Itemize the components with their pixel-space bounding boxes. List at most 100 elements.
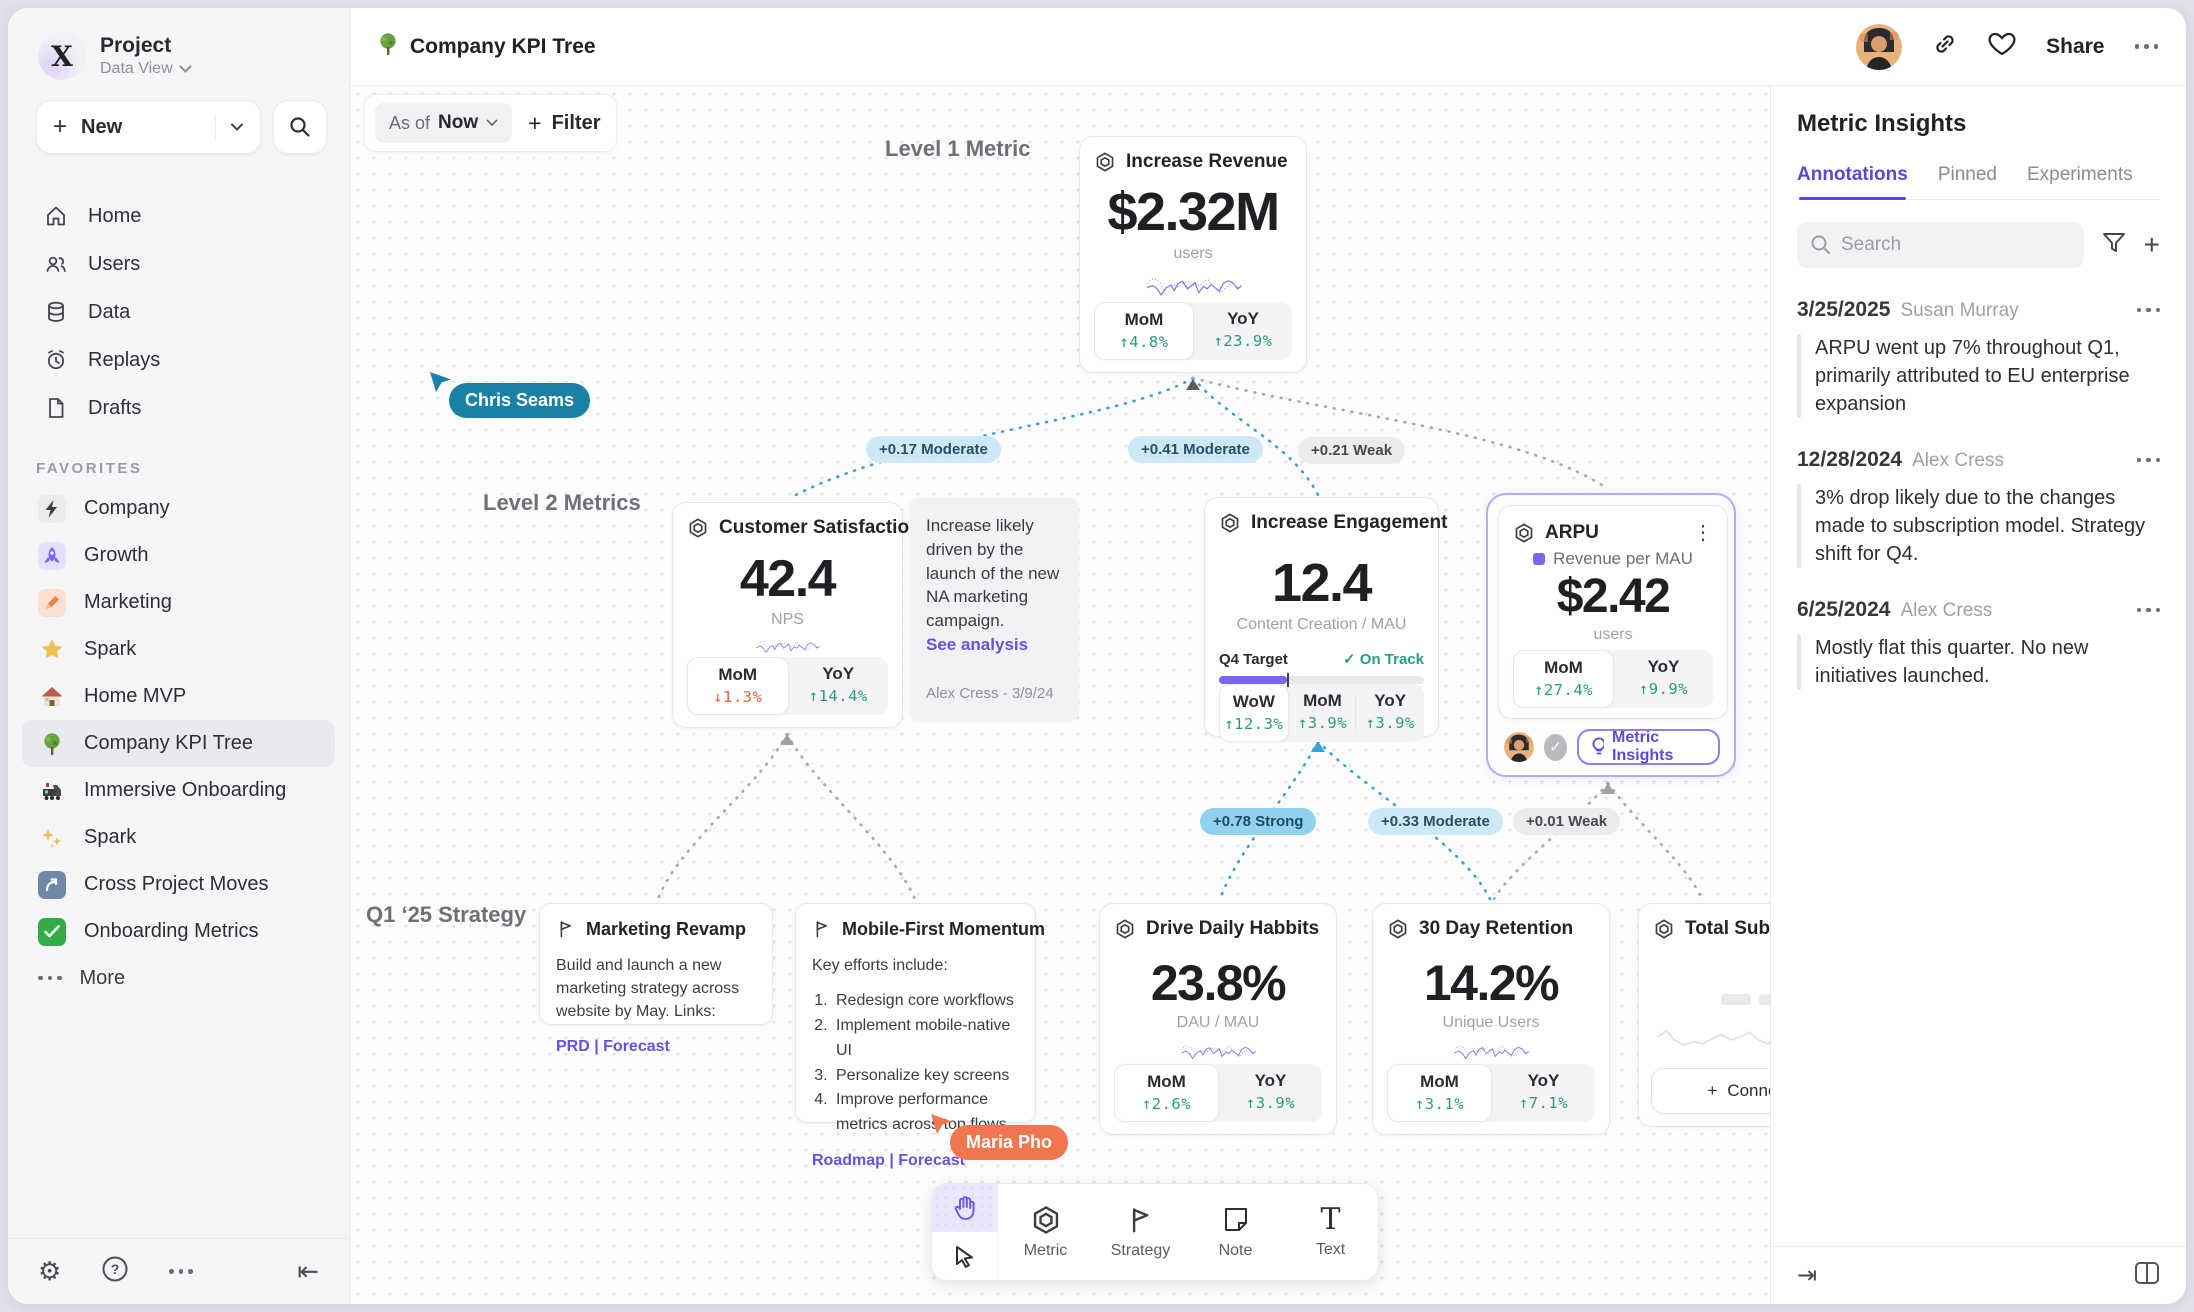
metric-unit: users xyxy=(1094,245,1292,263)
note-tool-button[interactable]: Note xyxy=(1188,1184,1283,1280)
metric-card-arpu-selected[interactable]: ARPU ⋮ Revenue per MAU $2.42 users MoM↑2… xyxy=(1486,493,1736,777)
search-input[interactable] xyxy=(1797,222,2084,268)
sidebar-item-label: Spark xyxy=(84,826,136,849)
see-analysis-link[interactable]: See analysis xyxy=(926,633,1062,657)
tab-annotations[interactable]: Annotations xyxy=(1797,164,1908,199)
favorites-list: Company Growth Marketing Spark Home MVP … xyxy=(8,485,349,955)
strategy-links[interactable]: PRD | Forecast xyxy=(556,1038,756,1056)
metric-title: ARPU xyxy=(1545,522,1599,544)
metric-card-arpu[interactable]: ARPU ⋮ Revenue per MAU $2.42 users MoM↑2… xyxy=(1498,505,1728,719)
layout-split-icon[interactable] xyxy=(2134,1261,2160,1290)
panel-footer: ⇥ xyxy=(1771,1246,2186,1304)
annotation-menu-icon[interactable] xyxy=(2137,608,2161,613)
sidebar-item-home[interactable]: Home xyxy=(8,192,349,240)
sidebar-item-drafts[interactable]: Drafts xyxy=(8,384,349,432)
arrow-up-emoji xyxy=(38,871,66,899)
panel-title: Metric Insights xyxy=(1797,110,2160,138)
chevron-down-icon xyxy=(486,119,498,127)
copy-link-icon[interactable] xyxy=(1932,31,1958,62)
chevron-down-icon[interactable] xyxy=(230,123,244,132)
strategy-tool-button[interactable]: Strategy xyxy=(1093,1184,1188,1280)
sidebar-item-onboarding-metrics[interactable]: Onboarding Metrics xyxy=(22,908,335,955)
annotation-author: Alex Cress xyxy=(1912,450,2004,472)
sidebar-item-home-mvp[interactable]: Home MVP xyxy=(22,673,335,720)
strategy-card-mobile-first-momentum[interactable]: Mobile-First Momentum Key efforts includ… xyxy=(795,903,1036,1123)
sidebar: X Project Data View + New xyxy=(8,8,350,1304)
plus-icon: + xyxy=(53,113,67,141)
project-switcher[interactable]: X Project Data View xyxy=(8,8,349,80)
chevron-down-icon xyxy=(179,65,192,74)
more-label: More xyxy=(80,967,126,990)
annotation-note-card[interactable]: Increase likely driven by the launch of … xyxy=(910,498,1078,720)
sidebar-item-data[interactable]: Data xyxy=(8,288,349,336)
strategy-card-marketing-revamp[interactable]: Marketing Revamp Build and launch a new … xyxy=(539,903,773,1025)
hand-tool-button[interactable] xyxy=(932,1184,997,1232)
sidebar-item-users[interactable]: Users xyxy=(8,240,349,288)
sidebar-item-spark-2[interactable]: Spark xyxy=(22,814,335,861)
sidebar-item-replays[interactable]: Replays xyxy=(8,336,349,384)
topbar-overflow-icon[interactable] xyxy=(2135,44,2159,49)
sidebar-item-cross-project-moves[interactable]: Cross Project Moves xyxy=(22,861,335,908)
sidebar-item-spark[interactable]: Spark xyxy=(22,626,335,673)
project-name: Project xyxy=(100,34,192,58)
filter-funnel-icon[interactable] xyxy=(2102,232,2126,259)
metric-card-total-subscriptions[interactable]: Total Subscript +Connect xyxy=(1638,903,1770,1127)
user-avatar[interactable] xyxy=(1856,24,1902,70)
collapse-panel-icon[interactable]: ⇥ xyxy=(1797,1261,1817,1290)
collapse-sidebar-icon[interactable]: ⇤ xyxy=(297,1256,319,1287)
metric-value: $2.32M xyxy=(1094,181,1292,243)
filter-button[interactable]: + Filter xyxy=(528,110,600,137)
annotation-item[interactable]: 6/25/2024 Alex Cress Mostly flat this qu… xyxy=(1797,598,2160,690)
stat-label: YoY xyxy=(1614,657,1713,677)
as-of-selector[interactable]: As of Now xyxy=(375,103,512,143)
tab-experiments[interactable]: Experiments xyxy=(2027,164,2133,199)
metric-card-30-day-retention[interactable]: 30 Day Retention 14.2% Unique Users MoM↑… xyxy=(1372,903,1610,1135)
kebab-menu-icon[interactable]: ⋮ xyxy=(1693,520,1713,545)
annotation-item[interactable]: 3/25/2025 Susan Murray ARPU went up 7% t… xyxy=(1797,298,2160,418)
metric-card-increase-engagement[interactable]: Increase Engagement 12.4 Content Creatio… xyxy=(1204,497,1439,737)
kpi-tree-canvas[interactable]: As of Now + Filter Level 1 Metric Level … xyxy=(350,86,1770,1304)
help-icon[interactable]: ? xyxy=(101,1255,129,1288)
cursor-tool-icon xyxy=(953,1244,977,1268)
text-tool-button[interactable]: T Text xyxy=(1283,1184,1378,1280)
new-button[interactable]: + New xyxy=(36,100,261,154)
metric-tool-button[interactable]: Metric xyxy=(998,1184,1093,1280)
collaborator-name-label: Chris Seams xyxy=(449,383,590,418)
sidebar-item-marketing[interactable]: Marketing xyxy=(22,579,335,626)
annotation-menu-icon[interactable] xyxy=(2137,458,2161,463)
metric-insights-button[interactable]: Metric Insights xyxy=(1577,729,1720,765)
sparkline-placeholder xyxy=(1653,1011,1770,1057)
users-icon xyxy=(44,252,68,276)
stat-value: ↑3.9% xyxy=(1289,714,1357,732)
overflow-menu-icon[interactable] xyxy=(169,1269,193,1274)
select-tool-button[interactable] xyxy=(932,1232,997,1280)
annotation-menu-icon[interactable] xyxy=(2137,308,2161,313)
tab-pinned[interactable]: Pinned xyxy=(1938,164,1997,199)
metric-card-drive-daily-habbits[interactable]: Drive Daily Habbits 23.8% DAU / MAU MoM↑… xyxy=(1099,903,1337,1135)
metric-card-increase-revenue[interactable]: Increase Revenue $2.32M users MoM↑4.8% Y… xyxy=(1079,136,1307,373)
annotation-text: 3% drop likely due to the changes made t… xyxy=(1801,484,2160,568)
annotation-text: ARPU went up 7% throughout Q1, primarily… xyxy=(1801,334,2160,418)
share-button[interactable]: Share xyxy=(2046,35,2104,59)
sidebar-item-growth[interactable]: Growth xyxy=(22,532,335,579)
target-status: ✓ On Track xyxy=(1343,650,1424,668)
settings-gear-icon[interactable]: ⚙ xyxy=(38,1256,61,1287)
metric-unit: NPS xyxy=(687,611,888,629)
metric-value: 23.8% xyxy=(1114,954,1322,1012)
annotation-item[interactable]: 12/28/2024 Alex Cress 3% drop likely due… xyxy=(1797,448,2160,568)
stat-value: ↑7.1% xyxy=(1492,1094,1595,1112)
sidebar-more-button[interactable]: More xyxy=(22,955,335,1001)
favorite-heart-icon[interactable] xyxy=(1988,31,2016,62)
metric-card-customer-satisfaction[interactable]: Customer Satisfaction 42.4 NPS MoM↓1.3% … xyxy=(672,502,903,728)
metric-unit: Content Creation / MAU xyxy=(1219,616,1424,634)
train-emoji xyxy=(38,777,66,805)
sidebar-item-company-kpi-tree[interactable]: Company KPI Tree xyxy=(22,720,335,767)
sidebar-item-company[interactable]: Company xyxy=(22,485,335,532)
project-view-selector[interactable]: Data View xyxy=(100,60,192,78)
strategy-flag-icon xyxy=(556,918,576,940)
add-annotation-button[interactable]: + xyxy=(2144,229,2160,261)
sidebar-item-immersive-onboarding[interactable]: Immersive Onboarding xyxy=(22,767,335,814)
sidebar-search-button[interactable] xyxy=(273,100,327,154)
connect-data-button[interactable]: +Connect xyxy=(1651,1068,1770,1114)
stat-value: ↑9.9% xyxy=(1614,680,1713,698)
